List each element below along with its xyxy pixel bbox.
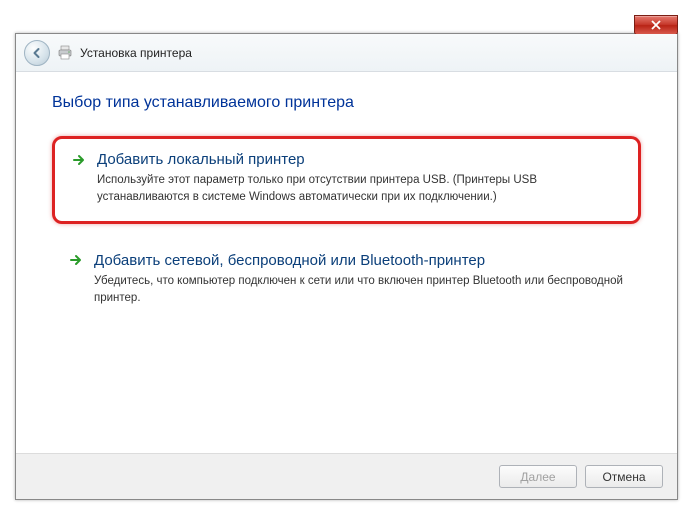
option-header: Добавить сетевой, беспроводной или Bluet… <box>68 252 625 269</box>
close-icon <box>650 20 662 30</box>
cancel-button[interactable]: Отмена <box>585 465 663 488</box>
wizard-window: Установка принтера Выбор типа устанавлив… <box>15 33 678 500</box>
back-arrow-icon <box>30 46 44 60</box>
arrow-right-icon <box>68 252 84 268</box>
titlebar: Установка принтера <box>16 34 677 72</box>
option-description: Убедитесь, что компьютер подключен к сет… <box>94 273 625 308</box>
titlebar-text: Установка принтера <box>80 46 192 60</box>
option-network-printer[interactable]: Добавить сетевой, беспроводной или Bluet… <box>52 240 641 322</box>
next-button[interactable]: Далее <box>499 465 577 488</box>
option-local-printer[interactable]: Добавить локальный принтер Используйте э… <box>52 136 641 224</box>
content-area: Выбор типа устанавливаемого принтера Доб… <box>16 72 677 453</box>
page-title: Выбор типа устанавливаемого принтера <box>52 94 641 112</box>
close-button[interactable] <box>634 15 678 35</box>
option-title: Добавить сетевой, беспроводной или Bluet… <box>94 252 485 269</box>
back-button[interactable] <box>24 40 50 66</box>
option-header: Добавить локальный принтер <box>71 151 622 168</box>
option-description: Используйте этот параметр только при отс… <box>97 172 622 207</box>
button-bar: Далее Отмена <box>16 453 677 499</box>
option-title: Добавить локальный принтер <box>97 151 305 168</box>
printer-icon <box>56 44 74 62</box>
arrow-right-icon <box>71 152 87 168</box>
